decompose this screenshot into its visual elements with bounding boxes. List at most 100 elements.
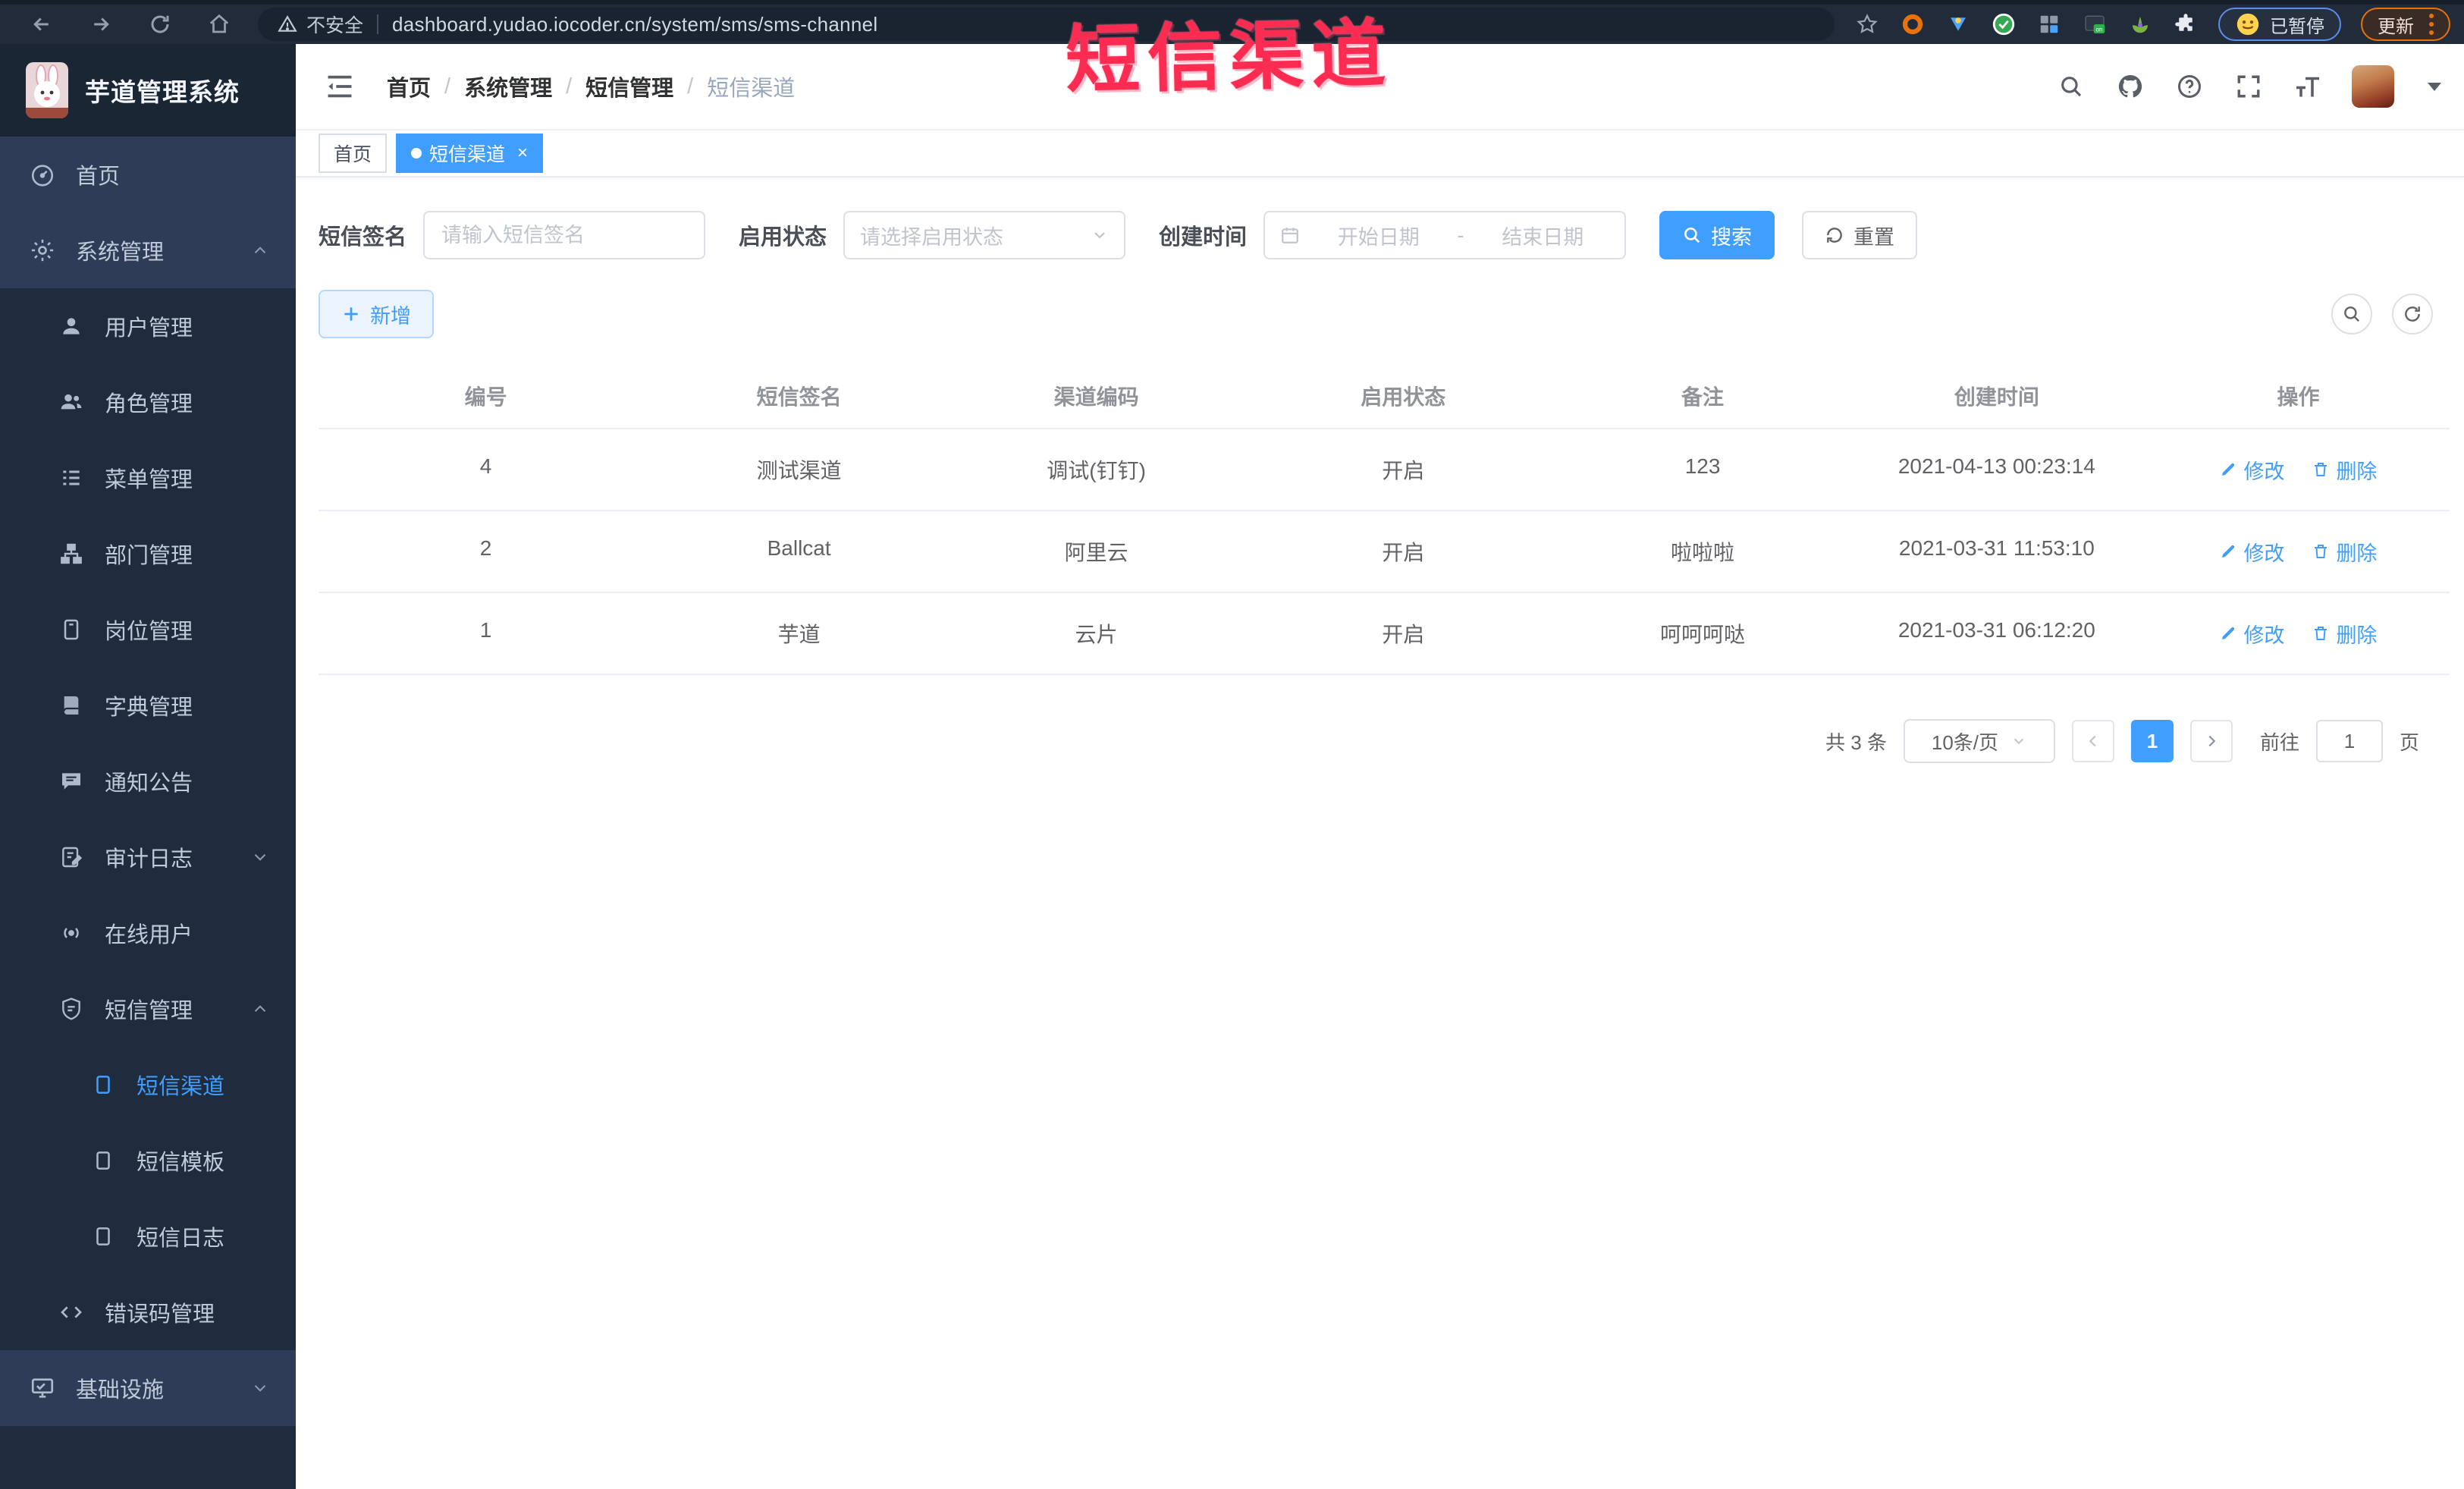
profile-paused-chip[interactable]: 已暂停 — [2218, 8, 2341, 41]
status-select[interactable]: 请选择启用状态 — [843, 211, 1126, 259]
sidebar-item-online-users[interactable]: 在线用户 — [0, 895, 296, 971]
github-icon[interactable] — [2115, 71, 2145, 102]
sidebar-item-dictionary[interactable]: 字典管理 — [0, 668, 296, 743]
goto-page-input[interactable] — [2315, 720, 2383, 762]
sidebar-item-sms-template[interactable]: 短信模板 — [0, 1123, 296, 1198]
edit-link[interactable]: 修改 — [2219, 536, 2284, 567]
sidebar-item-departments[interactable]: 部门管理 — [0, 516, 296, 592]
status-label: 启用状态 — [739, 225, 827, 250]
caret-down-icon[interactable] — [2428, 82, 2441, 91]
tag-sms-channel[interactable]: 短信渠道 × — [396, 134, 544, 173]
smiley-icon — [2236, 13, 2259, 36]
chevron-down-icon — [250, 847, 270, 867]
sidebar-item-infrastructure[interactable]: 基础设施 — [0, 1350, 296, 1426]
table-row: 2 Ballcat 阿里云 开启 啦啦啦 2021-03-31 11:53:10… — [319, 511, 2450, 593]
start-date-placeholder: 开始日期 — [1337, 225, 1420, 249]
message-card-icon — [89, 1073, 117, 1096]
browser-home-icon[interactable] — [206, 11, 232, 37]
warning-icon — [278, 15, 297, 32]
tag-home[interactable]: 首页 — [319, 134, 388, 173]
browser-back-icon[interactable] — [29, 11, 55, 37]
delete-link[interactable]: 删除 — [2312, 454, 2377, 485]
plus-icon — [344, 307, 358, 321]
toggle-search-button[interactable] — [2331, 294, 2372, 335]
breadcrumb-system[interactable]: 系统管理 — [464, 71, 552, 102]
extension-green-icon[interactable] — [1991, 11, 2017, 37]
edit-icon — [2222, 545, 2235, 558]
search-form: 短信签名 启用状态 请选择启用状态 创建时间 开始日 — [319, 211, 2450, 259]
update-label: 更新 — [2378, 16, 2414, 37]
sidebar-item-sms-channel[interactable]: 短信渠道 — [0, 1047, 296, 1123]
edit-icon — [2222, 463, 2235, 476]
security-chip[interactable]: 不安全 — [278, 11, 363, 38]
refresh-table-button[interactable] — [2392, 294, 2433, 335]
extension-on-badge-icon[interactable]: on — [2082, 11, 2108, 37]
prev-page-button[interactable] — [2071, 720, 2114, 762]
code-icon — [58, 1300, 85, 1324]
sidebar-item-sms-log[interactable]: 短信日志 — [0, 1198, 296, 1274]
delete-link[interactable]: 删除 — [2312, 536, 2377, 567]
end-date-placeholder: 结束日期 — [1502, 225, 1584, 249]
extensions-puzzle-icon[interactable] — [2173, 11, 2199, 37]
sidebar-item-posts[interactable]: 岗位管理 — [0, 592, 296, 668]
browser-reload-icon[interactable] — [147, 11, 173, 37]
chevron-down-icon — [1094, 232, 1105, 239]
avatar[interactable] — [2352, 65, 2394, 108]
date-range-picker[interactable]: 开始日期 - 结束日期 — [1263, 211, 1627, 259]
sidebar-item-menus[interactable]: 菜单管理 — [0, 440, 296, 516]
total-count: 共 3 条 — [1825, 730, 1887, 754]
breadcrumb-sms[interactable]: 短信管理 — [585, 71, 673, 102]
menu-kebab-icon — [2429, 14, 2434, 35]
extension-orange-icon[interactable] — [1900, 11, 1926, 37]
chevron-left-icon — [2089, 735, 2096, 747]
user-group-icon — [58, 390, 85, 414]
sidebar-item-system[interactable]: 系统管理 — [0, 212, 296, 288]
browser-forward-icon[interactable] — [88, 11, 114, 37]
extension-grid-icon[interactable] — [2036, 11, 2062, 37]
help-icon[interactable] — [2174, 71, 2205, 102]
breadcrumb: 首页 / 系统管理 / 短信管理 / 短信渠道 — [387, 71, 795, 102]
message-card-icon — [89, 1225, 117, 1248]
close-icon[interactable]: × — [517, 143, 528, 164]
next-page-button[interactable] — [2189, 720, 2233, 762]
bookmark-star-icon[interactable] — [1854, 11, 1880, 37]
document-edit-icon — [58, 845, 85, 869]
sign-input[interactable] — [425, 212, 705, 258]
extension-blue-icon[interactable] — [1945, 11, 1971, 37]
page-1-button[interactable]: 1 — [2130, 720, 2174, 762]
url-text: dashboard.yudao.iocoder.cn/system/sms/sm… — [392, 12, 878, 36]
sidebar-item-audit-log[interactable]: 审计日志 — [0, 819, 296, 895]
shield-message-icon — [58, 997, 85, 1021]
sidebar-item-roles[interactable]: 角色管理 — [0, 364, 296, 440]
sidebar-item-error-codes[interactable]: 错误码管理 — [0, 1274, 296, 1350]
search-icon — [2344, 306, 2360, 322]
sign-input-wrap — [423, 211, 706, 259]
chrome-update-button[interactable]: 更新 — [2361, 8, 2450, 41]
edit-link[interactable]: 修改 — [2219, 454, 2284, 485]
breadcrumb-home[interactable]: 首页 — [387, 71, 431, 102]
refresh-icon — [2405, 306, 2420, 322]
search-icon — [1684, 228, 1700, 243]
sidebar-item-home[interactable]: 首页 — [0, 137, 296, 212]
badge-icon — [58, 617, 85, 642]
url-bar[interactable]: 不安全 dashboard.yudao.iocoder.cn/system/sm… — [258, 8, 1835, 41]
search-icon[interactable] — [2056, 71, 2086, 102]
search-button[interactable]: 搜索 — [1659, 211, 1775, 259]
delete-link[interactable]: 删除 — [2312, 618, 2377, 649]
fullscreen-icon[interactable] — [2233, 71, 2264, 102]
edit-link[interactable]: 修改 — [2219, 618, 2284, 649]
sidebar-item-sms[interactable]: 短信管理 — [0, 971, 296, 1047]
sidebar-item-users[interactable]: 用户管理 — [0, 288, 296, 364]
add-button[interactable]: 新增 — [319, 290, 434, 338]
page-size-select[interactable]: 10条/页 — [1903, 719, 2055, 763]
page-unit: 页 — [2399, 730, 2419, 754]
extension-plant-icon[interactable] — [2127, 11, 2153, 37]
reset-button[interactable]: 重置 — [1802, 211, 1918, 259]
security-label: 不安全 — [306, 15, 364, 36]
refresh-icon — [1827, 228, 1842, 243]
sidebar-item-notices[interactable]: 通知公告 — [0, 743, 296, 819]
hamburger-icon[interactable] — [323, 71, 356, 102]
message-card-icon — [89, 1149, 117, 1172]
trash-icon — [2315, 463, 2327, 476]
font-size-icon[interactable] — [2293, 71, 2323, 102]
